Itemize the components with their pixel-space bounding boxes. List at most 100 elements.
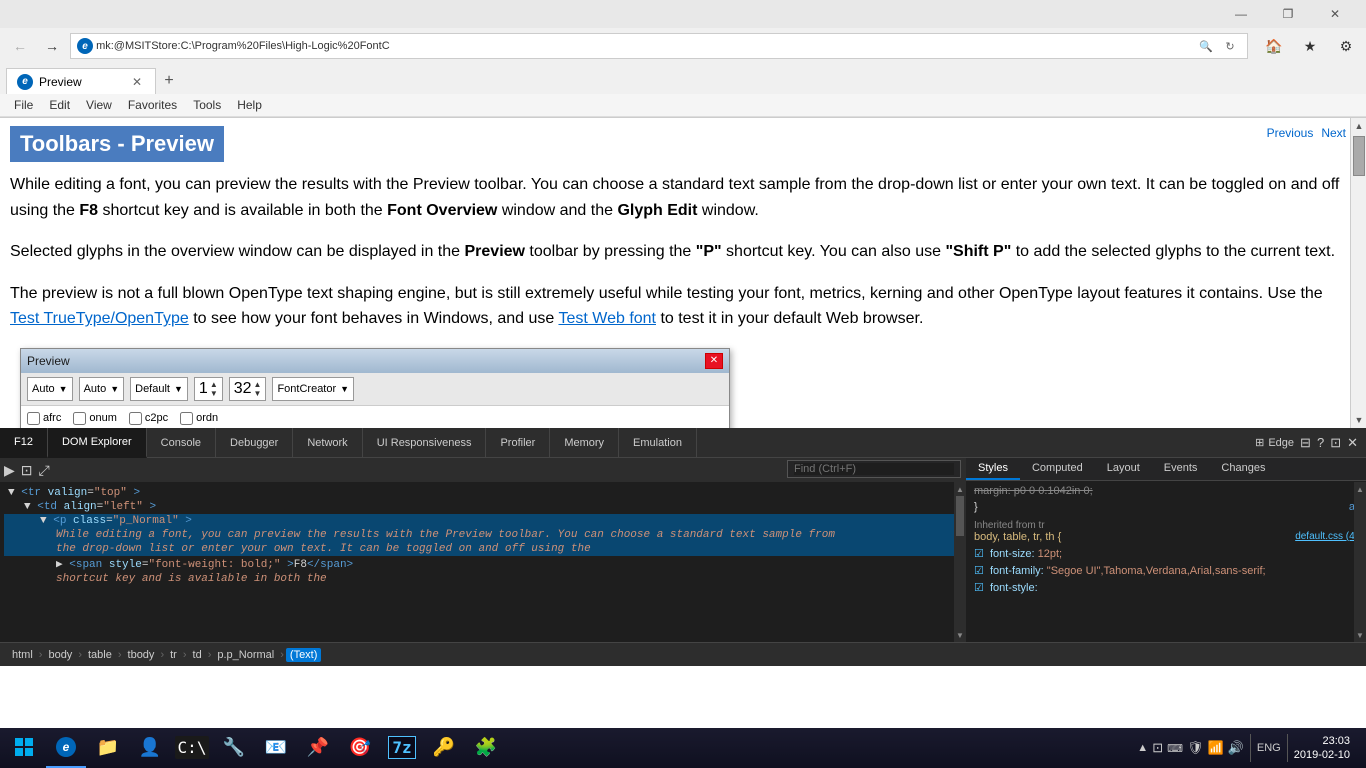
restore-button[interactable]: ❐ <box>1265 0 1311 28</box>
scroll-up-arrow[interactable]: ▲ <box>1351 118 1366 134</box>
dom-line-text3[interactable]: shortcut key and is available in both th… <box>4 572 961 586</box>
taskbar-app10[interactable]: 🔑 <box>424 728 464 768</box>
taskbar-mail[interactable]: 📧 <box>256 728 296 768</box>
dom-inspect-icon[interactable]: ▶ <box>4 462 15 479</box>
devtools-tab-console[interactable]: Console <box>147 428 216 458</box>
breadcrumb-td[interactable]: td <box>189 648 206 662</box>
test-truetype-link[interactable]: Test TrueType/OpenType <box>10 310 189 327</box>
preview-close-button[interactable]: ✕ <box>705 353 723 369</box>
active-tab[interactable]: e Preview ✕ <box>6 68 156 94</box>
dom-triangle-span[interactable]: ▶ <box>56 559 63 571</box>
style-checkbox-font-style[interactable]: ☑ <box>974 582 984 594</box>
dom-line-text1[interactable]: While editing a font, you can preview th… <box>4 528 961 542</box>
dom-scroll-down[interactable]: ▼ <box>954 628 966 642</box>
devtools-tab-emulation[interactable]: Emulation <box>619 428 697 458</box>
back-button[interactable]: ← <box>6 32 34 60</box>
favorites-icon[interactable]: ★ <box>1296 32 1324 60</box>
tab-close-button[interactable]: ✕ <box>129 74 145 90</box>
taskbar-cmd[interactable]: C:\ <box>172 728 212 768</box>
spinner-2[interactable]: 32 ▲▼ <box>229 377 267 401</box>
forward-button[interactable]: → <box>38 32 66 60</box>
scroll-track[interactable] <box>1351 134 1366 412</box>
checkbox-c2pc[interactable]: c2pc <box>129 412 168 425</box>
new-tab-button[interactable]: + <box>156 68 182 94</box>
dom-line-td[interactable]: ▼ <td align="left" > <box>4 500 961 514</box>
dom-scrollbar[interactable]: ▲ ▼ <box>954 482 966 642</box>
taskbar-language[interactable]: ENG <box>1257 742 1281 754</box>
dom-line-p[interactable]: ▼ <p class="p_Normal" > <box>4 514 961 528</box>
dom-scroll-track[interactable] <box>954 496 966 628</box>
styles-tab-changes[interactable]: Changes <box>1209 458 1277 480</box>
style-source-link[interactable]: default.css (4) <box>1295 531 1358 542</box>
devtools-tab-network[interactable]: Network <box>293 428 362 458</box>
dom-panel[interactable]: ▼ <tr valign="top" > ▼ <td align="left" … <box>0 458 966 642</box>
taskbar-app11[interactable]: 🧩 <box>466 728 506 768</box>
devtools-dock-icon[interactable]: ⊟ <box>1300 435 1311 451</box>
taskbar-app7[interactable]: 📌 <box>298 728 338 768</box>
breadcrumb-body[interactable]: body <box>44 648 76 662</box>
menu-tools[interactable]: Tools <box>185 96 229 114</box>
dom-scroll-up[interactable]: ▲ <box>954 482 966 496</box>
checkbox-afrc[interactable]: afrc <box>27 412 61 425</box>
main-scrollbar[interactable]: ▲ ▼ <box>1350 118 1366 428</box>
refresh-icon[interactable]: ↻ <box>1219 35 1241 57</box>
find-input[interactable] <box>794 463 954 475</box>
breadcrumb-tr[interactable]: tr <box>166 648 181 662</box>
breadcrumb-text[interactable]: (Text) <box>286 648 322 662</box>
menu-help[interactable]: Help <box>229 96 270 114</box>
devtools-tab-f12[interactable]: F12 <box>0 428 48 458</box>
devtools-popout-icon[interactable]: ⊡ <box>1330 435 1341 451</box>
home-icon[interactable]: 🏠 <box>1260 32 1288 60</box>
menu-edit[interactable]: Edit <box>41 96 78 114</box>
dom-scroll-thumb[interactable] <box>956 496 964 536</box>
taskbar-arrow-icon[interactable]: ▲ <box>1137 742 1148 754</box>
breadcrumb-tbody[interactable]: tbody <box>124 648 159 662</box>
menu-file[interactable]: File <box>6 96 41 114</box>
scroll-thumb[interactable] <box>1353 136 1365 176</box>
styles-scroll-down[interactable]: ▼ <box>1354 628 1366 642</box>
devtools-tab-dom[interactable]: DOM Explorer <box>48 428 147 458</box>
search-icon[interactable]: 🔍 <box>1195 35 1217 57</box>
styles-tab-computed[interactable]: Computed <box>1020 458 1095 480</box>
breadcrumb-html[interactable]: html <box>8 648 37 662</box>
styles-tab-events[interactable]: Events <box>1152 458 1210 480</box>
taskbar-shield-icon[interactable]: 🛡 <box>1187 740 1204 756</box>
taskbar-network-icon[interactable]: 📶 <box>1208 740 1224 756</box>
taskbar-ie[interactable]: e <box>46 728 86 768</box>
taskbar-volume-icon[interactable]: 🔊 <box>1228 740 1244 756</box>
devtools-layout-icon[interactable]: ⊞ Edge <box>1255 436 1294 449</box>
dom-triangle-td[interactable]: ▼ <box>24 501 31 513</box>
taskbar-keyboard-icon[interactable]: ⌨ <box>1167 742 1183 755</box>
settings-icon[interactable]: ⚙ <box>1332 32 1360 60</box>
dom-line-tr[interactable]: ▼ <tr valign="top" > <box>4 486 961 500</box>
style-checkbox-font-size[interactable]: ☑ <box>974 548 984 560</box>
dom-line-text2[interactable]: the drop-down list or enter your own tex… <box>4 542 961 556</box>
minimize-button[interactable]: — <box>1218 0 1264 28</box>
next-link[interactable]: Next <box>1321 126 1346 140</box>
styles-scroll-track[interactable] <box>1354 496 1366 628</box>
styles-tab-styles[interactable]: Styles <box>966 458 1020 480</box>
styles-scrollbar[interactable]: ▲ ▼ <box>1354 482 1366 642</box>
dom-box-icon[interactable]: ⊡ <box>21 462 33 479</box>
dropdown-default[interactable]: Default ▼ <box>130 377 188 401</box>
style-checkbox-font-family[interactable]: ☑ <box>974 565 984 577</box>
dropdown-auto-1[interactable]: Auto ▼ <box>27 377 73 401</box>
spinner-1[interactable]: 1 ▲▼ <box>194 377 223 401</box>
devtools-close-icon[interactable]: ✕ <box>1347 435 1358 451</box>
devtools-tab-profiler[interactable]: Profiler <box>486 428 550 458</box>
dom-triangle-tr[interactable]: ▼ <box>8 487 15 499</box>
styles-scroll-up[interactable]: ▲ <box>1354 482 1366 496</box>
devtools-tab-memory[interactable]: Memory <box>550 428 619 458</box>
scroll-down-arrow[interactable]: ▼ <box>1351 412 1366 428</box>
styles-tab-layout[interactable]: Layout <box>1095 458 1152 480</box>
devtools-help-icon[interactable]: ? <box>1317 435 1324 450</box>
address-bar[interactable]: e mk:@MSITStore:C:\Program%20Files\High-… <box>70 33 1248 59</box>
menu-favorites[interactable]: Favorites <box>120 96 185 114</box>
dropdown-font[interactable]: FontCreator ▼ <box>272 377 354 401</box>
previous-link[interactable]: Previous <box>1267 126 1314 140</box>
taskbar-icon-1[interactable]: ⊡ <box>1152 740 1163 756</box>
taskbar-app9[interactable]: 7z <box>382 728 422 768</box>
devtools-tab-debugger[interactable]: Debugger <box>216 428 293 458</box>
taskbar-app5[interactable]: 🔧 <box>214 728 254 768</box>
devtools-tab-ui[interactable]: UI Responsiveness <box>363 428 487 458</box>
